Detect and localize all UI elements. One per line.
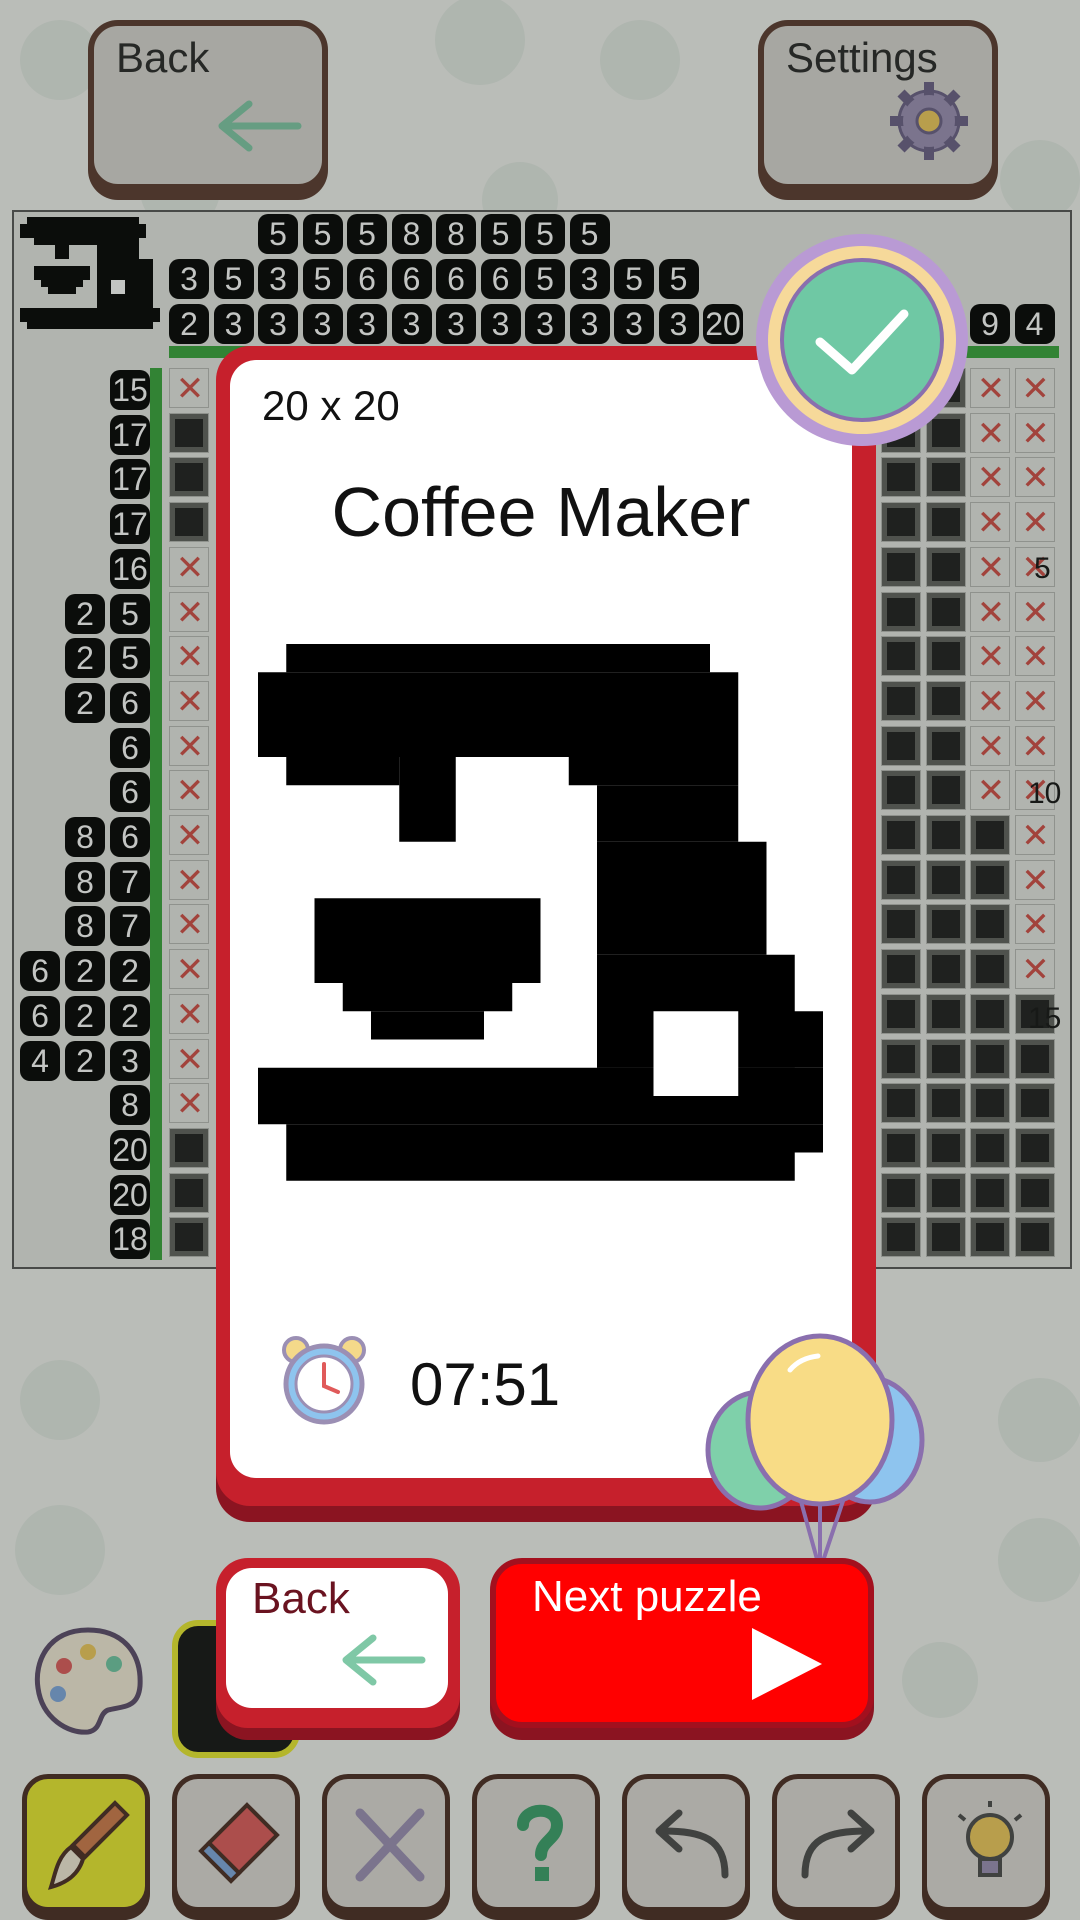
balloons-icon	[705, 1333, 925, 1571]
timer-value: 07:51	[410, 1351, 561, 1418]
checkmark-icon	[756, 234, 968, 446]
puzzle-title: Coffee Maker	[331, 473, 751, 551]
arrow-left-icon	[342, 1634, 426, 1686]
alarm-clock-icon	[282, 1336, 366, 1425]
play-icon	[752, 1628, 822, 1700]
solved-picture	[258, 644, 823, 1181]
grid-size-label: 20 x 20	[262, 382, 400, 429]
result-back-button[interactable]: Back	[216, 1558, 460, 1728]
next-puzzle-button[interactable]: Next puzzle	[490, 1558, 874, 1728]
next-puzzle-label: Next puzzle	[532, 1572, 762, 1621]
result-back-label: Back	[252, 1574, 350, 1623]
